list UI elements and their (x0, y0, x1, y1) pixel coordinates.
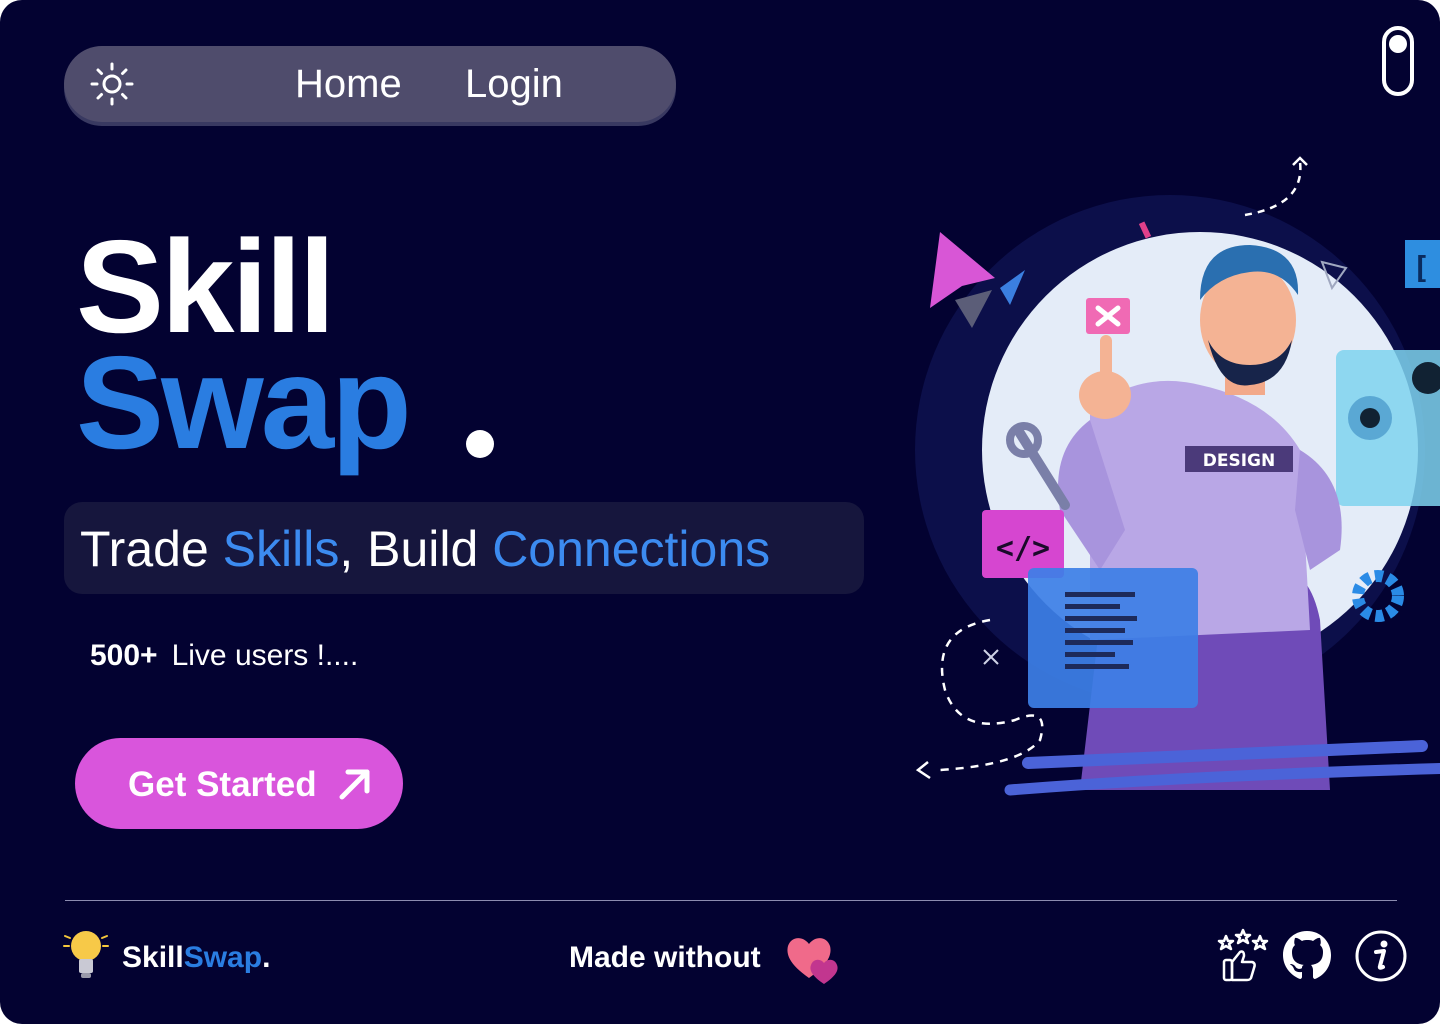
arrow-up-right-icon (339, 769, 370, 800)
tagline-word-skills: Skills (222, 521, 340, 577)
made-without-text: Made without (569, 941, 761, 974)
hero-title-line2: Swap (76, 329, 412, 476)
rating-thumbs-up-icon[interactable] (1216, 928, 1270, 984)
code-tag: </> (996, 531, 1050, 566)
svg-text:[: [ (1412, 251, 1430, 286)
footer-brand-dot: . (262, 941, 271, 974)
tagline-word-trade: Trade (80, 521, 223, 577)
hero-title-dot (466, 430, 494, 458)
app-frame: Home Login Skill Swap Trade Skills, Buil… (0, 0, 1440, 1024)
tagline-box: Trade Skills, Build Connections (64, 502, 864, 594)
github-icon[interactable] (1280, 928, 1334, 984)
get-started-label: Get Started (128, 765, 317, 804)
footer-brand-skill: Skill (122, 941, 184, 974)
live-users: 500+ Live users !.... (90, 636, 358, 676)
design-badge: DESIGN (1203, 451, 1275, 471)
footer-brand-swap: Swap (183, 941, 263, 974)
footer-brand[interactable]: SkillSwap. (122, 938, 270, 978)
live-users-label: Live users !.... (171, 639, 359, 672)
hearts-icon (787, 938, 838, 984)
get-started-button[interactable]: Get Started (75, 738, 403, 829)
tagline-text: Trade Skills, Build Connections (80, 520, 770, 578)
info-icon[interactable] (1354, 928, 1408, 984)
nav-login-link[interactable]: Login (465, 58, 563, 110)
footer-divider (65, 900, 1397, 901)
toggle-switch-icon[interactable] (1382, 26, 1414, 96)
live-users-count: 500+ (90, 639, 158, 672)
nav-home-link[interactable]: Home (295, 58, 402, 110)
developer-illustration: [ DESIGN </> (915, 156, 1440, 796)
lightbulb-icon (63, 931, 109, 978)
sun-icon[interactable] (88, 60, 136, 108)
tagline-word-build: , Build (339, 521, 493, 577)
nav-bar: Home Login (64, 46, 676, 122)
tagline-word-connections: Connections (492, 521, 771, 577)
